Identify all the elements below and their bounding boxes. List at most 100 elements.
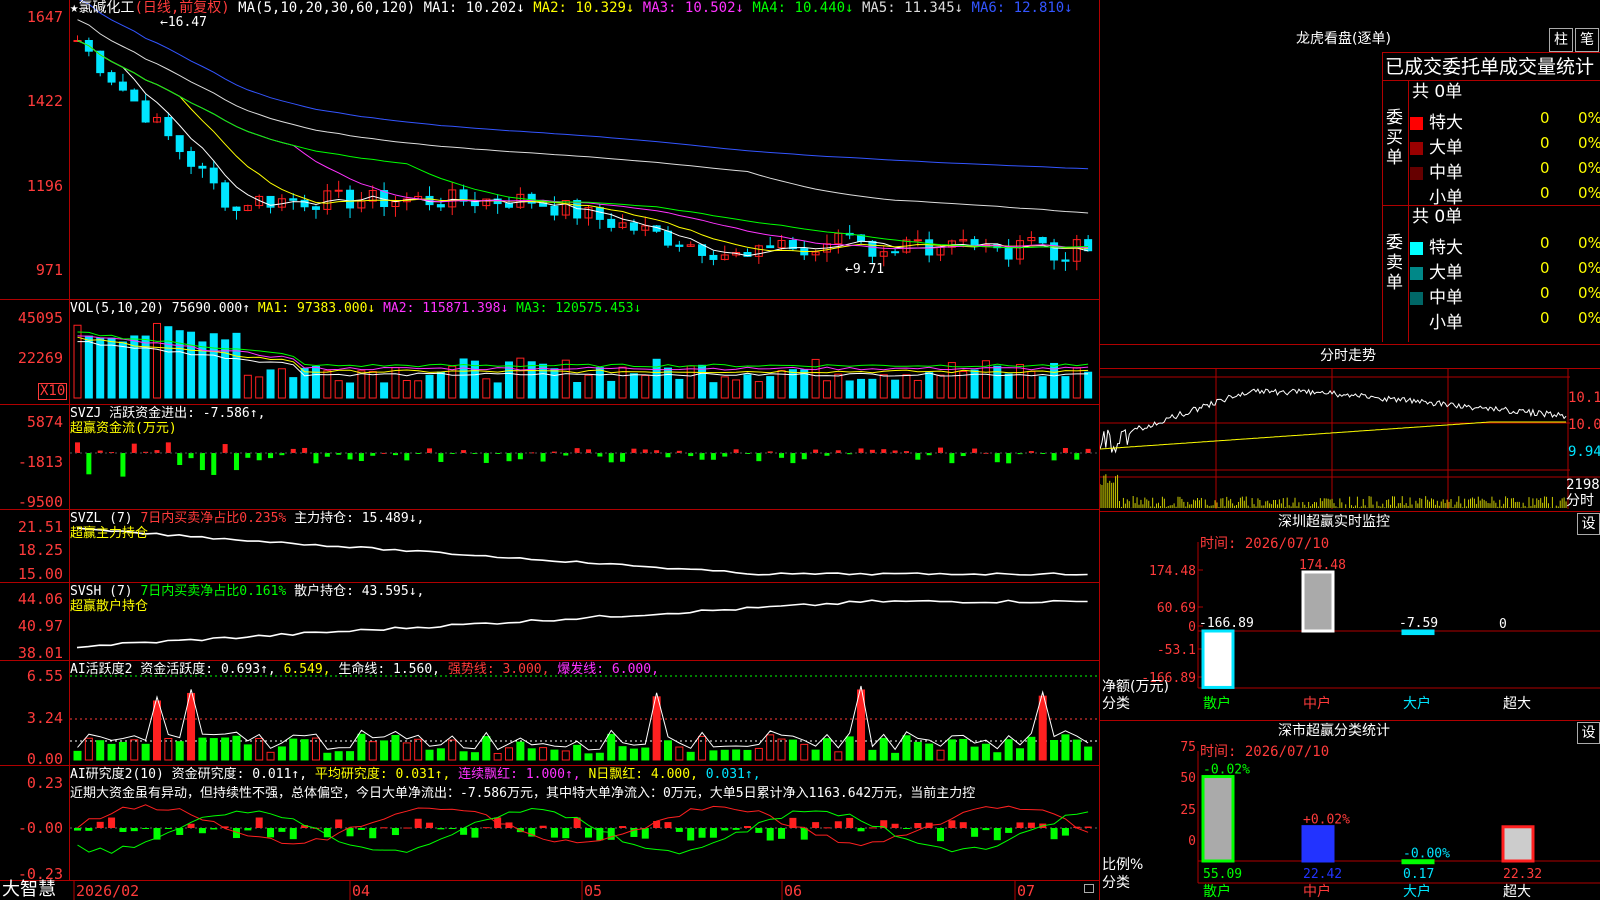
monitor-y-label: 174.48 — [1149, 564, 1196, 579]
classify-unit-label: 比例% — [1102, 857, 1144, 873]
divider — [0, 404, 1100, 405]
ma-value: MA4: 10.440↓ — [743, 0, 854, 16]
order-type: 中单 — [1429, 163, 1463, 183]
order-percent: 0% — [1578, 159, 1600, 177]
classify-category-label: 分类 — [1102, 875, 1130, 891]
order-row: 特大 0 0% — [1410, 106, 1600, 133]
classify-bar — [1201, 775, 1235, 863]
monitor-category: 大户 — [1403, 695, 1431, 712]
classify-bar — [1301, 825, 1335, 863]
intraday-vol-label: 2198 — [1566, 477, 1600, 493]
ma-params[interactable]: MA(5,10,20,30,60,120) — [238, 0, 415, 16]
svsh-header: SVSH (7) 7日内买卖净占比0.161% 散户持仓: 43.595↓, — [70, 584, 425, 599]
y-axis-label: -0.00 — [17, 819, 63, 837]
legend-swatch — [1410, 166, 1423, 180]
ma-value: MA6: 12.810↓ — [963, 0, 1073, 16]
order-type: 特大 — [1429, 113, 1463, 133]
legend-swatch — [1410, 192, 1423, 205]
y-axis-label: 1422 — [26, 92, 63, 110]
order-count: 0 — [1540, 184, 1550, 202]
vol-header: VOL(5,10,20) 75690.000↑ MA1: 97383.000↓ … — [70, 301, 642, 316]
y-axis-label: 40.97 — [17, 617, 63, 635]
order-count: 0 — [1540, 159, 1550, 177]
ma-value: MA1: 10.202↓ — [423, 0, 525, 16]
vol-unit-badge[interactable]: X10 — [38, 383, 68, 400]
intraday-y-label: 9.94 — [1568, 444, 1600, 460]
x-axis-tick: 07 — [1017, 882, 1036, 900]
monitor-unit-label: 净额(万元) — [1102, 679, 1169, 695]
classify-category: 大户 — [1403, 883, 1431, 900]
y-axis-label: -9500 — [17, 493, 63, 511]
order-row: 大单 0 0% — [1410, 256, 1600, 283]
y-axis-label: 971 — [35, 261, 63, 279]
order-row-label: 中单 — [1410, 283, 1463, 308]
monitor-value-label: 0 — [1499, 617, 1507, 632]
svzl-header: SVZL (7) 7日内买卖净占比0.235% 主力持仓: 15.489↓, — [70, 511, 425, 526]
order-type: 中单 — [1429, 288, 1463, 308]
stock-name[interactable]: 氯碱化工 — [78, 0, 134, 16]
y-axis-label: 6.55 — [26, 667, 63, 685]
divider — [0, 509, 1100, 510]
lock-icon[interactable] — [1084, 884, 1094, 893]
classify-y-label: 50 — [1180, 771, 1196, 786]
order-percent: 0% — [1578, 259, 1600, 277]
order-percent: 0% — [1578, 284, 1600, 302]
x-axis-tick: 06 — [784, 882, 803, 900]
order-count: 0 — [1540, 259, 1550, 277]
order-row-label: 特大 — [1410, 233, 1463, 258]
lhb-title: 龙虎看盘(逐单) — [1296, 31, 1391, 47]
svzj-header: SVZJ 活跃资金进出: -7.586↑, — [70, 406, 266, 421]
order-row: 小单 0 0% — [1410, 181, 1600, 208]
y-axis-line — [69, 0, 70, 880]
brand-logo[interactable]: 大智慧 — [2, 880, 56, 900]
legend-swatch — [1410, 141, 1423, 155]
monitor-bar — [1401, 629, 1435, 636]
bar-mode-button[interactable]: 柱 — [1549, 28, 1573, 52]
monitor-value-label: -166.89 — [1199, 616, 1254, 631]
order-type: 大单 — [1429, 138, 1463, 158]
order-row: 中单 0 0% — [1410, 156, 1600, 183]
classify-category: 超大 — [1503, 884, 1531, 900]
classify-chart: 75 50 25 0 -0.02% 55.09散户 +0.02% 22.42中户 -0.00% 0… — [1180, 740, 1600, 900]
order-type: 特大 — [1429, 238, 1463, 258]
tick-mode-button[interactable]: 笔 — [1575, 28, 1599, 52]
classify-y-label: 25 — [1180, 803, 1196, 818]
x-axis-tick: 04 — [352, 882, 371, 900]
order-count: 0 — [1540, 234, 1550, 252]
divider — [0, 660, 1100, 661]
y-axis-label: 38.01 — [17, 644, 63, 662]
y-axis-label: 44.06 — [17, 590, 63, 608]
buy-orders-label: 委买单 — [1386, 108, 1403, 168]
ma-value: MA5: 11.345↓ — [853, 0, 964, 16]
order-row-label: 小单 — [1410, 308, 1463, 333]
intraday-vol-unit: 分时 — [1566, 493, 1594, 509]
svzl-subtitle: 超赢主力持仓 — [70, 526, 149, 541]
order-percent: 0% — [1578, 134, 1600, 152]
legend-swatch — [1410, 116, 1423, 130]
order-row: 大单 0 0% — [1410, 131, 1600, 158]
classify-change-label: -0.00% — [1403, 847, 1450, 862]
intraday-title: 分时走势 — [1320, 348, 1376, 364]
intraday-chart[interactable] — [1100, 369, 1600, 509]
order-percent: 0% — [1578, 109, 1600, 127]
order-row: 中单 0 0% — [1410, 281, 1600, 308]
ma-values: MA1: 10.202↓ MA2: 10.329↓ MA3: 10.502↓ M… — [424, 0, 1073, 16]
min-price-label: ←9.71 — [845, 262, 885, 277]
y-axis-label: 5874 — [26, 413, 63, 431]
classify-change-label: +0.02% — [1303, 813, 1350, 828]
classify-value-label: 22.42 — [1303, 867, 1342, 882]
monitor-y-label: 60.69 — [1157, 601, 1196, 616]
x-axis-tick: 2026/02 — [76, 882, 140, 900]
order-count: 0 — [1540, 284, 1550, 302]
order-percent: 0% — [1578, 184, 1600, 202]
monitor-value-label: -7.59 — [1399, 616, 1438, 631]
classify-y-label: 0 — [1188, 834, 1196, 849]
y-axis-label: 0.00 — [26, 750, 63, 768]
monitor-bar — [1201, 629, 1235, 689]
classify-value-label: 55.09 — [1203, 867, 1242, 882]
legend-swatch — [1410, 241, 1423, 255]
monitor-y-label: -53.1 — [1157, 643, 1196, 658]
order-type: 大单 — [1429, 263, 1463, 283]
y-axis-label: 1196 — [26, 177, 63, 195]
period-label[interactable]: (日线,前复权) — [134, 0, 229, 16]
